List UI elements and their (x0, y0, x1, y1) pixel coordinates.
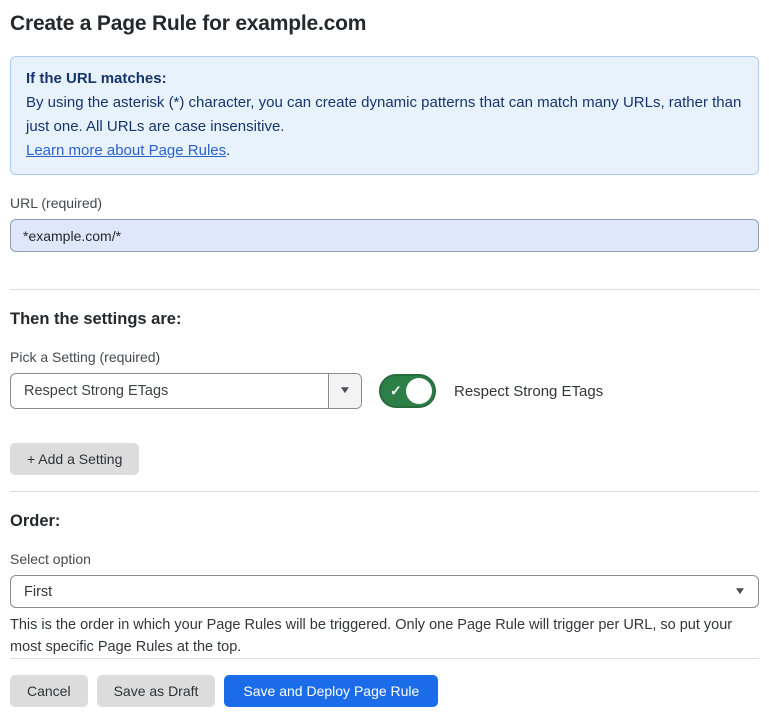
order-section-heading: Order: (10, 511, 759, 531)
order-select-value: First (24, 584, 52, 600)
toggle-knob (406, 378, 432, 404)
chevron-down-icon: ▼ (338, 386, 351, 396)
setting-row: Respect Strong ETags ▼ ✓ Respect Strong … (10, 373, 759, 409)
setting-select-value: Respect Strong ETags (11, 383, 168, 399)
cancel-button[interactable]: Cancel (10, 675, 88, 707)
learn-more-page-rules-link[interactable]: Learn more about Page Rules (26, 142, 226, 159)
check-icon: ✓ (390, 384, 402, 398)
settings-section-heading: Then the settings are: (10, 309, 759, 329)
page-title: Create a Page Rule for example.com (10, 12, 759, 36)
footer-actions: Cancel Save as Draft Save and Deploy Pag… (10, 675, 759, 707)
divider-after-url (10, 289, 759, 290)
info-box-heading: If the URL matches: (26, 67, 743, 91)
toggle-label: Respect Strong ETags (454, 383, 603, 400)
info-box-body: By using the asterisk (*) character, you… (26, 91, 743, 139)
save-as-draft-button[interactable]: Save as Draft (97, 675, 216, 707)
setting-select[interactable]: Respect Strong ETags ▼ (10, 373, 362, 409)
create-page-rule-form: Create a Page Rule for example.com If th… (0, 0, 769, 707)
setting-toggle-group: ✓ Respect Strong ETags (379, 374, 603, 408)
respect-strong-etags-toggle[interactable]: ✓ (379, 374, 436, 408)
url-input[interactable] (10, 219, 759, 252)
chevron-down-icon: ▼ (733, 587, 746, 597)
order-select[interactable]: First ▼ (10, 575, 759, 608)
add-setting-button[interactable]: + Add a Setting (10, 443, 139, 475)
divider-before-footer (10, 658, 759, 659)
info-box-link-line: Learn more about Page Rules. (26, 139, 743, 163)
link-suffix-period: . (226, 142, 230, 159)
divider-after-settings (10, 491, 759, 492)
setting-select-arrow-button[interactable]: ▼ (328, 374, 361, 408)
pick-setting-label: Pick a Setting (required) (10, 349, 759, 365)
order-help-text: This is the order in which your Page Rul… (10, 614, 759, 658)
url-field-label: URL (required) (10, 195, 759, 211)
save-and-deploy-button[interactable]: Save and Deploy Page Rule (224, 675, 438, 707)
url-match-info-box: If the URL matches: By using the asteris… (10, 56, 759, 175)
order-select-label: Select option (10, 551, 759, 567)
